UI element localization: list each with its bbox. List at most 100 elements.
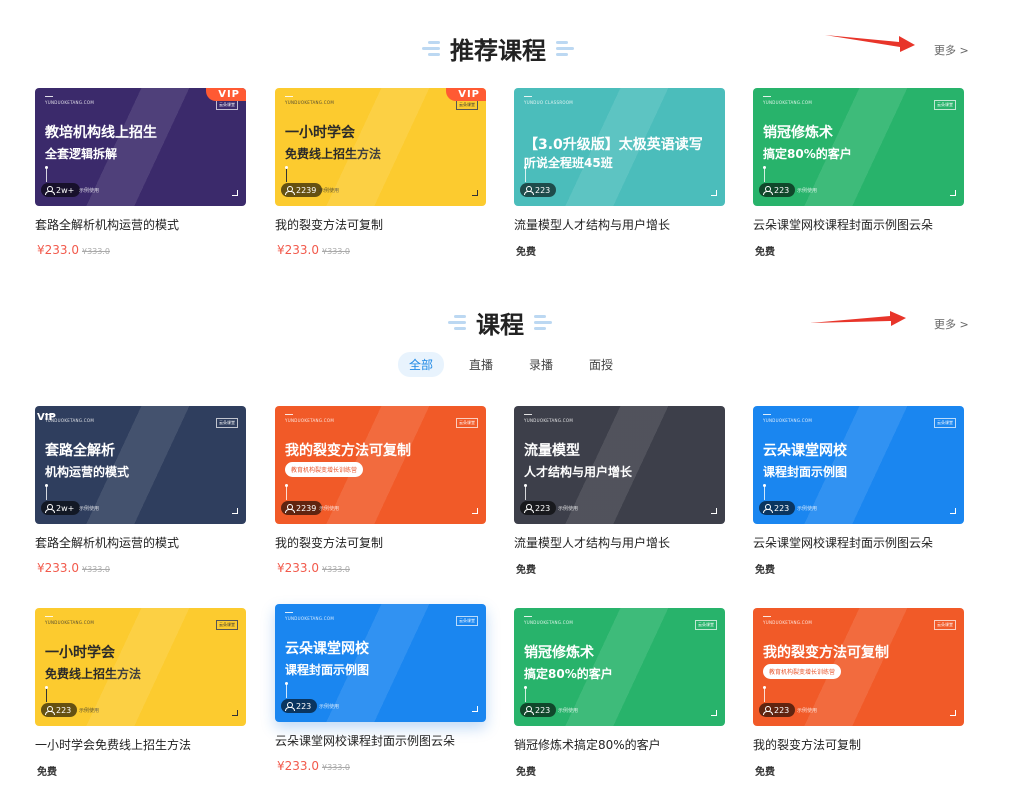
pin-icon [524, 166, 527, 182]
course-card[interactable]: YUNDUOKETANG.COM 云朵课堂 我的裂变方法可复制 教育机构裂变增长训练营… [753, 608, 965, 778]
user-icon [524, 706, 534, 715]
title-deco-left-icon [422, 41, 440, 56]
free-label: 免费 [516, 767, 536, 778]
pin-icon [285, 682, 288, 698]
course-title[interactable]: 一小时学会免费线上招生方法 [35, 736, 191, 753]
course-card[interactable]: YUNDUOKETANG.COM 云朵课堂 销冠修炼术 搞定80%的客户 223 示例使用… [514, 608, 726, 778]
cover-headline: 一小时学会 [285, 125, 355, 141]
tab-recorded[interactable]: 录播 [518, 352, 564, 377]
course-cover[interactable]: YUNDUOKETANG.COM 云朵课堂 我的裂变方法可复制 教育机构裂变增长训练营… [753, 608, 964, 726]
course-cover[interactable]: YUNDUOKETANG.COM 云朵课堂 云朵课堂网校 课程封面示例图 223 示例使用 [275, 604, 486, 722]
brand-text: YUNDUOKETANG.COM [763, 616, 813, 625]
course-cover[interactable]: YUNDUOKETANG.COM 云朵课堂 VIP 套路全解析 机构运营的模式 2w+ 示例… [35, 406, 246, 524]
user-icon [45, 706, 55, 715]
course-title[interactable]: 我的裂变方法可复制 [753, 736, 861, 753]
course-title[interactable]: 流量模型人才结构与用户增长 [514, 216, 670, 233]
user-icon [763, 504, 773, 513]
course-card[interactable]: YUNDUO CLASSROOM 【3.0升级版】太极英语读写 听说全程班45班 22… [514, 88, 726, 258]
free-use-label: 示例使用 [797, 708, 818, 714]
course-card[interactable]: YUNDUOKETANG.COM 云朵课堂 一小时学会 免费线上招生方法 223 示例使用… [35, 608, 247, 778]
course-card[interactable]: YUNDUOKETANG.COM 云朵课堂 VIP 一小时学会 免费线上招生方法 2239… [275, 88, 487, 257]
course-card[interactable]: YUNDUOKETANG.COM 云朵课堂 云朵课堂网校 课程封面示例图 223 示例使用… [275, 604, 487, 773]
course-cover[interactable]: YUNDUO CLASSROOM 【3.0升级版】太极英语读写 听说全程班45班 22… [514, 88, 725, 206]
original-price: ¥333.0 [322, 565, 350, 574]
brand-text: YUNDUOKETANG.COM [763, 414, 813, 423]
vip-badge: VIP [37, 412, 56, 423]
course-card[interactable]: YUNDUOKETANG.COM 云朵课堂 VIP 教培机构线上招生 全套逻辑拆解 2w+… [35, 88, 247, 257]
brand-text: YUNDUOKETANG.COM [285, 96, 335, 105]
course-title[interactable]: 云朵课堂网校课程封面示例图云朵 [753, 216, 933, 233]
user-icon [763, 706, 773, 715]
course-card[interactable]: YUNDUOKETANG.COM 云朵课堂 我的裂变方法可复制 教育机构裂变增长训练营… [275, 406, 487, 575]
corner-mark-icon [472, 508, 478, 514]
course-price: ¥233.0 ¥333.0 [37, 561, 110, 575]
brand-text: YUNDUOKETANG.COM [763, 96, 813, 105]
recommended-more-link[interactable]: 更多 > [934, 42, 969, 58]
course-card[interactable]: YUNDUOKETANG.COM 云朵课堂 云朵课堂网校 课程封面示例图 223 示例使用… [753, 406, 965, 576]
pin-icon [45, 686, 48, 702]
user-icon [285, 186, 295, 195]
brand-tag: 云朵课堂 [934, 418, 956, 428]
course-title[interactable]: 我的裂变方法可复制 [275, 534, 383, 551]
student-count-badge: 223 [41, 703, 78, 717]
course-cover[interactable]: YUNDUOKETANG.COM 云朵课堂 销冠修炼术 搞定80%的客户 223 示例使用 [514, 608, 725, 726]
free-use-label: 示例使用 [319, 704, 340, 710]
course-cover[interactable]: YUNDUOKETANG.COM 云朵课堂 VIP 一小时学会 免费线上招生方法 2239… [275, 88, 486, 206]
student-count: 2239 [296, 503, 317, 513]
brand-text: YUNDUO CLASSROOM [524, 96, 574, 105]
original-price: ¥333.0 [82, 565, 110, 574]
course-filter-tabs: 全部 直播 录播 面授 [398, 352, 624, 377]
cover-subheadline: 人才结构与用户增长 [524, 465, 633, 479]
course-title[interactable]: 云朵课堂网校课程封面示例图云朵 [275, 732, 455, 749]
course-title[interactable]: 云朵课堂网校课程封面示例图云朵 [753, 534, 933, 551]
corner-mark-icon [472, 190, 478, 196]
red-arrow-icon [810, 311, 906, 326]
brand-text: YUNDUOKETANG.COM [45, 616, 95, 625]
course-title[interactable]: 套路全解析机构运营的模式 [35, 216, 179, 233]
brand-tag: 云朵课堂 [934, 620, 956, 630]
pin-icon [45, 166, 48, 182]
corner-mark-icon [950, 710, 956, 716]
course-card[interactable]: YUNDUOKETANG.COM 流量模型 人才结构与用户增长 223 示例使用流量模型… [514, 406, 726, 576]
tab-live[interactable]: 直播 [458, 352, 504, 377]
student-count-badge: 223 [520, 703, 557, 717]
course-title[interactable]: 套路全解析机构运营的模式 [35, 534, 179, 551]
pin-icon [763, 484, 766, 500]
tab-offline[interactable]: 面授 [578, 352, 624, 377]
original-price: ¥333.0 [322, 763, 350, 772]
original-price: ¥333.0 [82, 247, 110, 256]
cover-headline: 【3.0升级版】太极英语读写 [524, 137, 703, 153]
corner-mark-icon [232, 190, 238, 196]
course-cover[interactable]: YUNDUOKETANG.COM 流量模型 人才结构与用户增长 223 示例使用 [514, 406, 725, 524]
student-count: 223 [774, 705, 790, 715]
recommended-section-title: 推荐课程 [422, 31, 574, 66]
tab-all[interactable]: 全部 [398, 352, 445, 377]
student-count: 223 [535, 705, 551, 715]
corner-mark-icon [711, 190, 717, 196]
corner-mark-icon [232, 710, 238, 716]
pin-icon [763, 166, 766, 182]
user-icon [45, 504, 55, 513]
course-cover[interactable]: YUNDUOKETANG.COM 云朵课堂 销冠修炼术 搞定80%的客户 223 示例使用 [753, 88, 964, 206]
courses-more-link[interactable]: 更多 > [934, 316, 969, 332]
course-cover[interactable]: YUNDUOKETANG.COM 云朵课堂 我的裂变方法可复制 教育机构裂变增长训练营… [275, 406, 486, 524]
course-cover[interactable]: YUNDUOKETANG.COM 云朵课堂 VIP 教培机构线上招生 全套逻辑拆解 2w+… [35, 88, 246, 206]
student-count: 223 [774, 503, 790, 513]
student-count-badge: 2w+ [41, 501, 81, 515]
course-card[interactable]: YUNDUOKETANG.COM 云朵课堂 销冠修炼术 搞定80%的客户 223 示例使用… [753, 88, 965, 258]
courses-section-title: 课程 [448, 305, 552, 340]
student-count: 2w+ [56, 503, 75, 513]
course-title[interactable]: 销冠修炼术搞定80%的客户 [514, 736, 661, 753]
course-card[interactable]: YUNDUOKETANG.COM 云朵课堂 VIP 套路全解析 机构运营的模式 2w+ 示例… [35, 406, 247, 575]
free-use-label: 示例使用 [558, 708, 579, 714]
course-title[interactable]: 流量模型人才结构与用户增长 [514, 534, 670, 551]
free-use-label: 示例使用 [79, 506, 100, 512]
brand-tag: 云朵课堂 [456, 418, 478, 428]
corner-mark-icon [232, 508, 238, 514]
brand-text: YUNDUOKETANG.COM [524, 414, 574, 423]
course-title[interactable]: 我的裂变方法可复制 [275, 216, 383, 233]
pin-icon [285, 484, 288, 500]
free-label: 免费 [755, 565, 775, 576]
course-cover[interactable]: YUNDUOKETANG.COM 云朵课堂 一小时学会 免费线上招生方法 223 示例使用 [35, 608, 246, 726]
course-cover[interactable]: YUNDUOKETANG.COM 云朵课堂 云朵课堂网校 课程封面示例图 223 示例使用 [753, 406, 964, 524]
